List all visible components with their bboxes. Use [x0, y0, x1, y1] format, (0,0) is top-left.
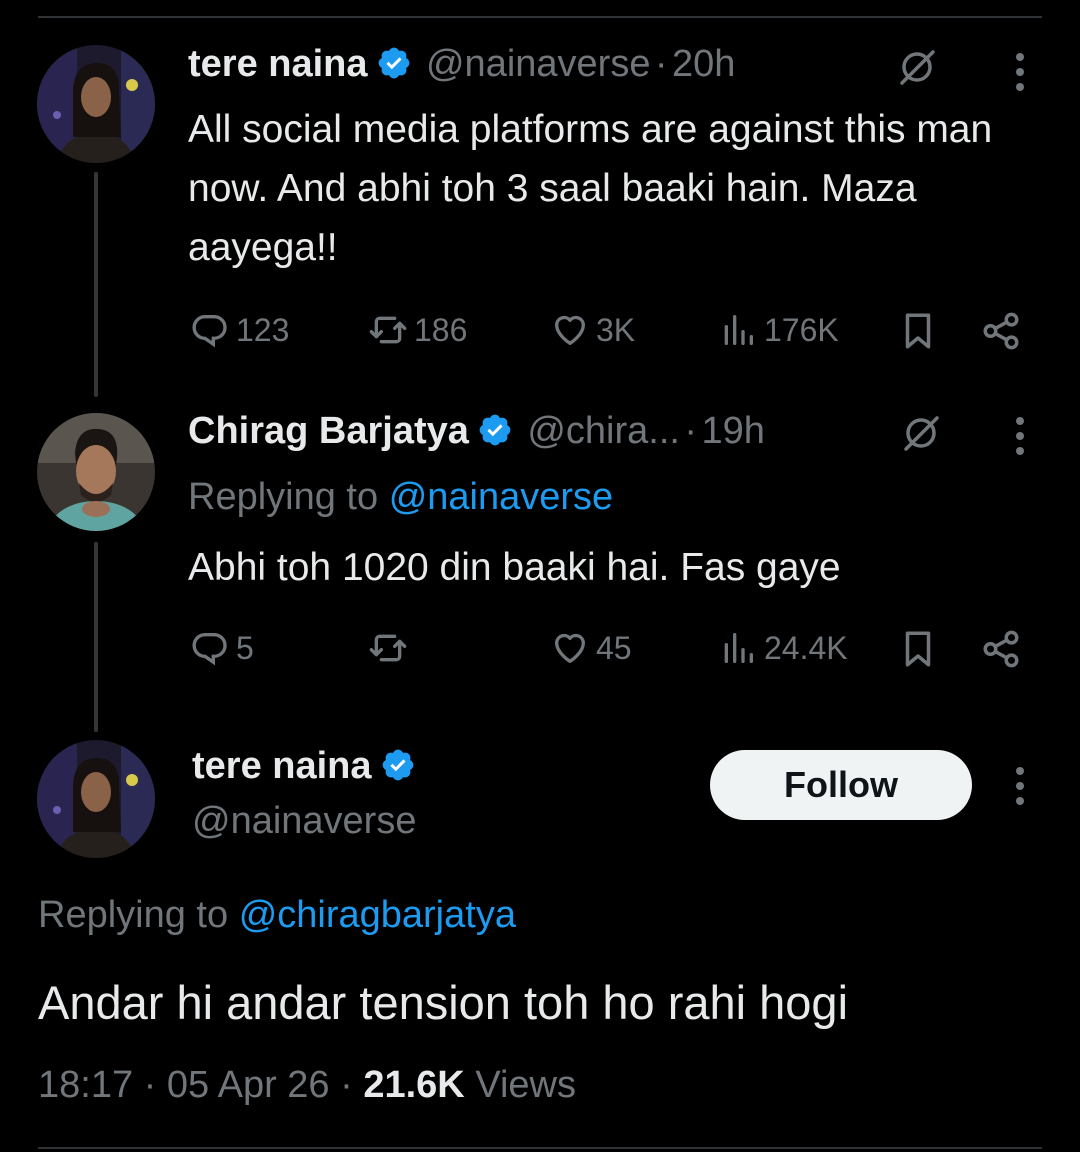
- thread-line: [94, 542, 98, 732]
- views-button[interactable]: 176K: [718, 310, 839, 350]
- views-chart-icon: [724, 633, 753, 663]
- replying-to-line: Replying to @chiragbarjatya: [38, 894, 516, 937]
- more-options-icon[interactable]: [1000, 50, 1040, 94]
- main-tweet-text: Andar hi andar tension toh ho rahi hogi: [38, 976, 849, 1029]
- reply-icon: [192, 633, 227, 666]
- verified-badge-icon: [477, 412, 513, 448]
- replying-to-label: Replying to: [38, 894, 229, 936]
- like-count: 45: [596, 629, 632, 666]
- share-icon[interactable]: [980, 628, 1022, 670]
- avatar-woman-image: [37, 45, 155, 163]
- repost-button[interactable]: 186: [368, 310, 467, 350]
- repost-icon: [369, 634, 407, 662]
- tweet-header: Chirag Barjatya @chira... · 19h: [188, 410, 765, 453]
- more-options-icon[interactable]: [1000, 764, 1040, 808]
- post-time[interactable]: 18:17: [38, 1064, 133, 1106]
- avatar[interactable]: [37, 45, 155, 163]
- follow-button[interactable]: Follow: [710, 750, 972, 820]
- slashed-circle-icon[interactable]: [900, 412, 942, 454]
- repost-button[interactable]: [368, 628, 414, 668]
- like-count: 3K: [596, 311, 636, 348]
- reply-count: 5: [236, 629, 254, 666]
- repost-count: 186: [414, 311, 468, 348]
- avatar-woman-image: [37, 740, 155, 858]
- thread-line: [94, 172, 98, 397]
- views-chart-icon: [724, 315, 753, 345]
- tweet-header: tere naina @nainaverse · 20h: [188, 43, 735, 86]
- replying-to-line: Replying to @nainaverse: [188, 476, 613, 519]
- separator: ·: [340, 1064, 353, 1106]
- separator: ·: [654, 43, 668, 85]
- slashed-circle-icon[interactable]: [896, 46, 938, 88]
- top-divider: [38, 16, 1042, 18]
- author-handle[interactable]: @nainaverse: [426, 43, 650, 85]
- verified-badge-icon: [380, 747, 416, 783]
- separator: ·: [684, 410, 698, 452]
- verified-badge-icon: [376, 45, 412, 81]
- replying-to-label: Replying to: [188, 476, 379, 518]
- tweet-timestamp-line: 18:17 · 05 Apr 26 · 21.6K Views: [38, 1064, 576, 1107]
- heart-icon: [555, 633, 585, 663]
- replying-to-mention[interactable]: @chiragbarjatya: [239, 894, 516, 936]
- avatar-man-image: [37, 413, 155, 531]
- avatar[interactable]: [37, 413, 155, 531]
- view-count: 24.4K: [764, 629, 848, 666]
- reply-icon: [192, 315, 227, 348]
- bookmark-icon[interactable]: [897, 628, 939, 670]
- like-button[interactable]: 3K: [550, 310, 635, 350]
- views-button[interactable]: 24.4K: [718, 628, 848, 668]
- author-name[interactable]: tere naina: [192, 745, 372, 787]
- avatar[interactable]: [37, 740, 155, 858]
- main-author-line: tere naina: [192, 745, 416, 788]
- author-name[interactable]: tere naina: [188, 43, 368, 85]
- author-name[interactable]: Chirag Barjatya: [188, 410, 469, 452]
- reply-count: 123: [236, 311, 290, 348]
- author-handle[interactable]: @chira...: [527, 410, 680, 452]
- tweet-text: Abhi toh 1020 din baaki hai. Fas gaye: [188, 546, 841, 589]
- replying-to-mention[interactable]: @nainaverse: [389, 476, 613, 518]
- reply-button[interactable]: 5: [190, 628, 254, 668]
- separator: ·: [143, 1064, 157, 1106]
- timestamp[interactable]: 19h: [702, 410, 765, 452]
- author-handle[interactable]: @nainaverse: [192, 800, 416, 843]
- view-count: 176K: [764, 311, 839, 348]
- views-count: 21.6K: [363, 1064, 465, 1106]
- more-options-icon[interactable]: [1000, 414, 1040, 458]
- heart-icon: [555, 315, 585, 345]
- repost-icon: [369, 316, 407, 344]
- views-label: Views: [475, 1064, 576, 1106]
- bookmark-icon[interactable]: [897, 310, 939, 352]
- reply-button[interactable]: 123: [190, 310, 289, 350]
- share-icon[interactable]: [980, 310, 1022, 352]
- bottom-divider: [38, 1147, 1042, 1149]
- timestamp[interactable]: 20h: [672, 43, 735, 85]
- like-button[interactable]: 45: [550, 628, 632, 668]
- tweet-text: All social media platforms are against t…: [188, 108, 993, 269]
- post-date[interactable]: 05 Apr 26: [167, 1064, 330, 1106]
